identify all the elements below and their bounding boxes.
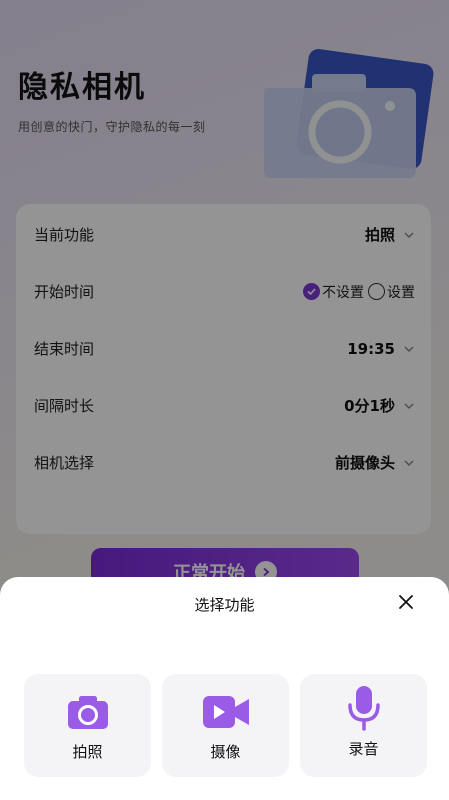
microphone-icon [346, 684, 382, 732]
option-audio-label: 录音 [348, 740, 379, 758]
close-button[interactable] [397, 593, 415, 611]
sheet-title: 选择功能 [194, 596, 255, 614]
option-photo-label: 拍照 [72, 743, 103, 761]
video-camera-icon [202, 692, 250, 732]
camera-icon [66, 692, 110, 732]
option-video[interactable]: 摄像 [162, 674, 289, 777]
close-icon [399, 595, 413, 609]
option-audio[interactable]: 录音 [300, 674, 427, 777]
option-video-label: 摄像 [210, 743, 241, 761]
select-function-sheet: 选择功能 拍照 摄像 录音 [0, 577, 449, 800]
option-photo[interactable]: 拍照 [24, 674, 151, 777]
